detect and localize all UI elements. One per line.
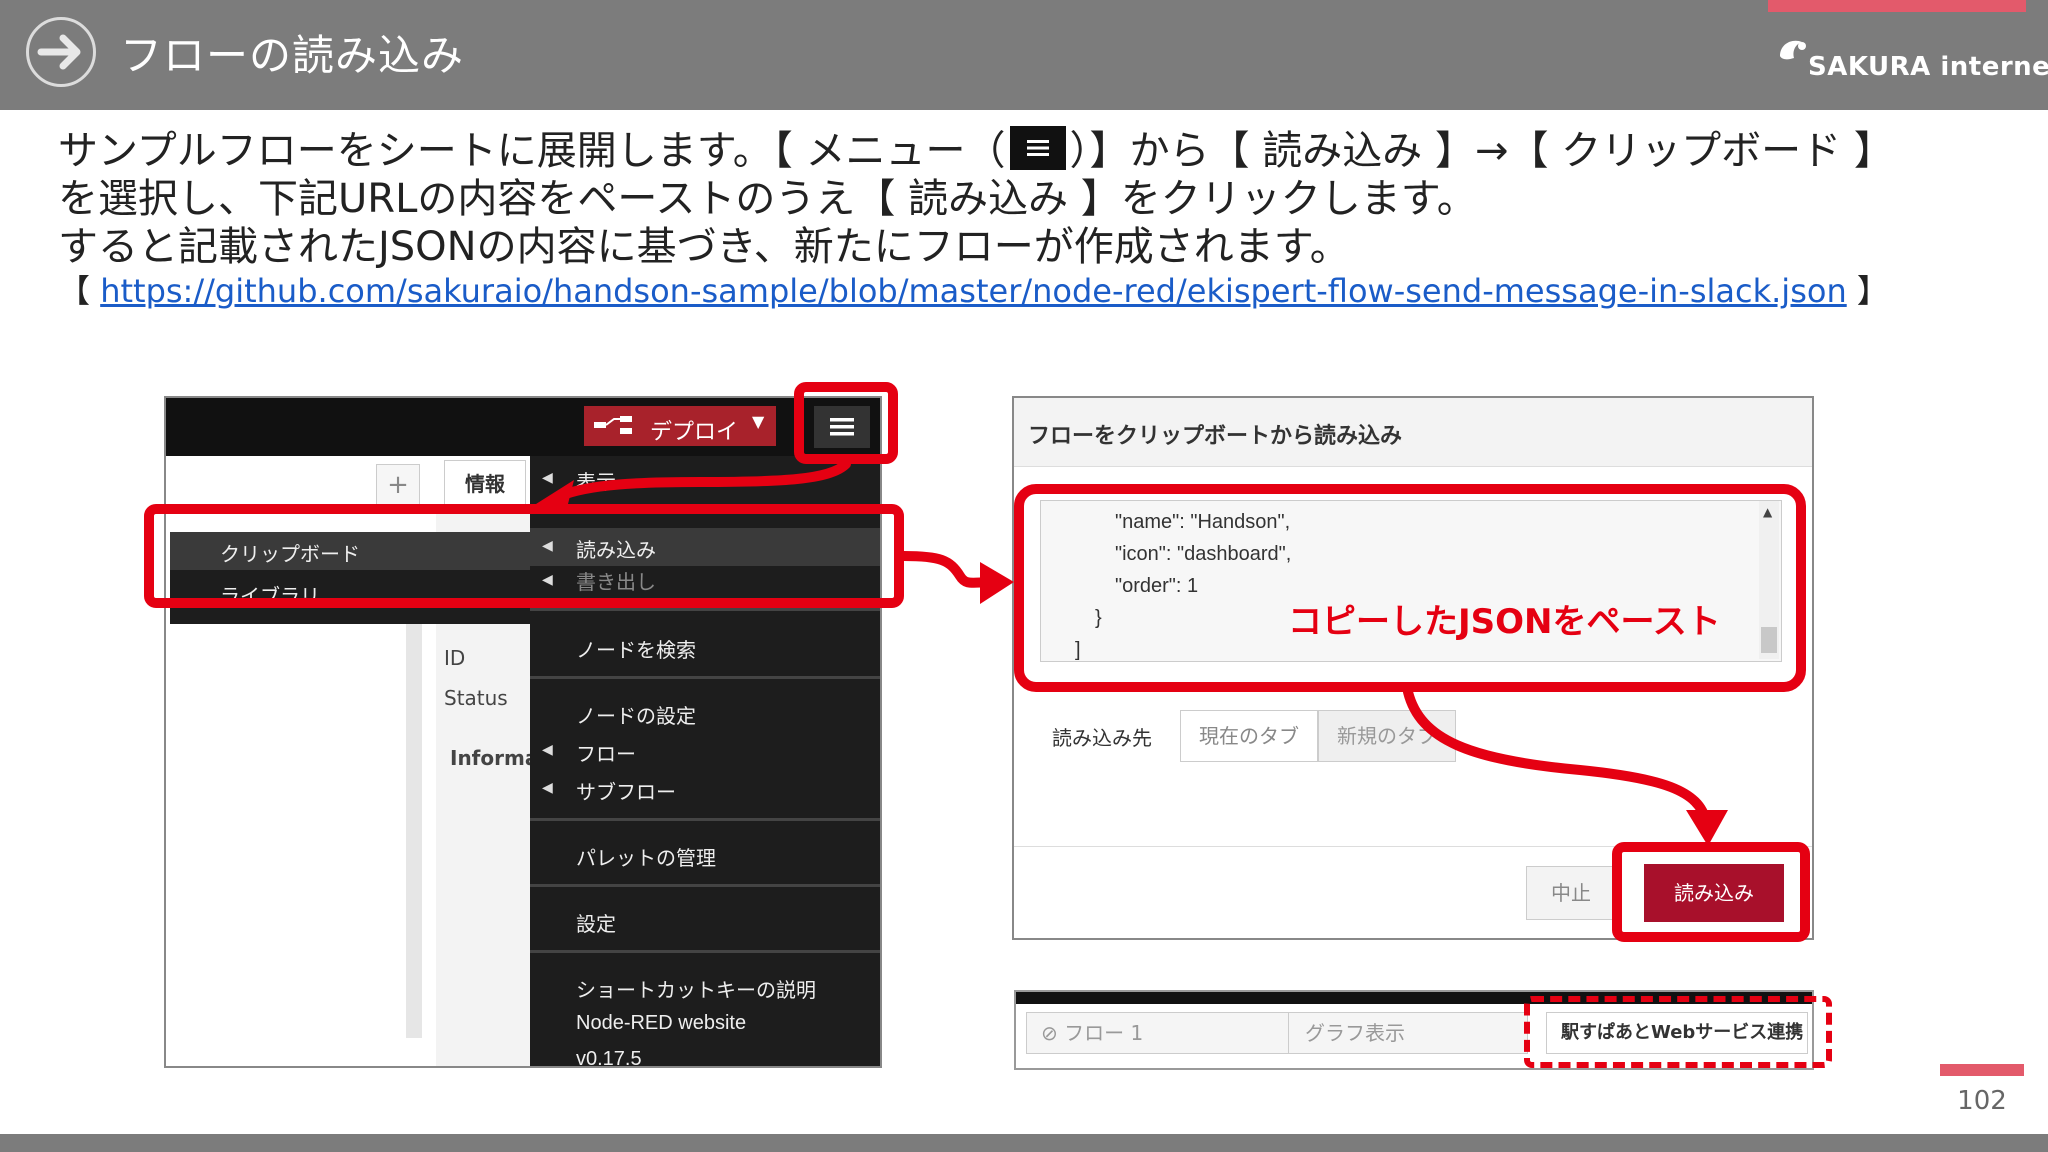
slide-title: フローの読み込み: [120, 31, 465, 80]
highlight-new-flow-tab: [1524, 996, 1832, 1068]
menu-item-search[interactable]: ノードを検索: [576, 634, 696, 663]
version-label: v0.17.5: [576, 1048, 642, 1068]
url-bracket-open: 【: [58, 272, 101, 310]
arrow-import-to-dialog-head: [980, 562, 1014, 604]
flow-tab-1-label: フロー 1: [1064, 1021, 1144, 1045]
highlight-import-clipboard: [144, 504, 904, 608]
menu-item-keyboard-shortcuts[interactable]: ショートカットキーの説明: [576, 974, 816, 1003]
add-tab-button[interactable]: +: [376, 464, 420, 506]
menu-divider: [530, 950, 880, 953]
disabled-icon: ⊘: [1041, 1021, 1058, 1045]
deploy-icon: [594, 416, 634, 436]
header-accent-bar: [1768, 0, 2026, 12]
import-to-label: 読み込み先: [1052, 726, 1152, 750]
instruction-line-3: すると記載されたJSONの内容に基づき、新たにフローが作成されます。: [58, 224, 1350, 270]
slide-footer-bar: [0, 1134, 2048, 1152]
url-row: 【 https://github.com/sakuraio/handson-sa…: [58, 266, 1889, 312]
highlight-json-textarea: [1014, 484, 1806, 692]
json-url-link[interactable]: https://github.com/sakuraio/handson-samp…: [100, 272, 1847, 310]
url-bracket-close: 】: [1846, 272, 1889, 310]
import-new-tab-button[interactable]: 新規のタブ: [1318, 710, 1456, 762]
menu-item-node-red-website[interactable]: Node-RED website: [576, 1012, 746, 1035]
chevron-left-icon: ◀: [542, 742, 553, 758]
dialog-title: フローをクリップボートから読み込み: [1028, 424, 1403, 449]
chevron-left-icon: ◀: [542, 780, 553, 796]
workspace-scrollbar[interactable]: [406, 618, 422, 1038]
menu-divider: [530, 884, 880, 887]
tab-info[interactable]: 情報: [444, 460, 526, 507]
chevron-left-icon: ◀: [542, 470, 553, 486]
menu-divider: [530, 608, 880, 611]
chevron-down-icon: ▼: [752, 412, 765, 431]
sidebar-label-id: ID: [444, 646, 466, 670]
dialog-header: フローをクリップボートから読み込み: [1014, 398, 1812, 467]
flow-tab-1[interactable]: ⊘ フロー 1: [1026, 1012, 1290, 1054]
sakura-logo-icon: [1776, 34, 1810, 68]
menu-item-config-nodes[interactable]: ノードの設定: [576, 700, 696, 729]
menu-item-flows[interactable]: フロー: [576, 738, 636, 767]
menu-divider: [530, 676, 880, 679]
page-number: 102: [1957, 1086, 2007, 1116]
arrow-right-icon: [26, 17, 96, 87]
menu-item-view[interactable]: 表示: [576, 466, 616, 495]
deploy-label: デプロイ: [650, 420, 739, 445]
menu-item-settings[interactable]: 設定: [576, 908, 616, 937]
hamburger-menu-icon: [1009, 126, 1066, 170]
import-current-tab-button[interactable]: 現在のタブ: [1180, 710, 1318, 762]
deploy-button[interactable]: デプロイ ▼: [584, 406, 776, 446]
cancel-button[interactable]: 中止: [1526, 866, 1616, 920]
highlight-menu-button: [794, 382, 898, 464]
node-red-menu-screenshot: デプロイ ▼ + ID Status Informat 情報 ◀ 表示 ◀ 書き…: [164, 396, 882, 1068]
company-logo-text: SAKURA internet: [1808, 52, 2048, 82]
menu-divider: [530, 818, 880, 821]
highlight-import-button: [1612, 842, 1810, 942]
flow-tab-2-label: グラフ表示: [1305, 1021, 1405, 1045]
menu-item-subflows[interactable]: サブフロー: [576, 776, 676, 805]
menu-item-manage-palette[interactable]: パレットの管理: [576, 842, 716, 871]
flow-tab-2[interactable]: グラフ表示: [1288, 1012, 1528, 1054]
page-number-accent: [1940, 1064, 2024, 1076]
sidebar-label-status: Status: [444, 686, 508, 710]
arrow-import-to-dialog: [899, 551, 1001, 588]
